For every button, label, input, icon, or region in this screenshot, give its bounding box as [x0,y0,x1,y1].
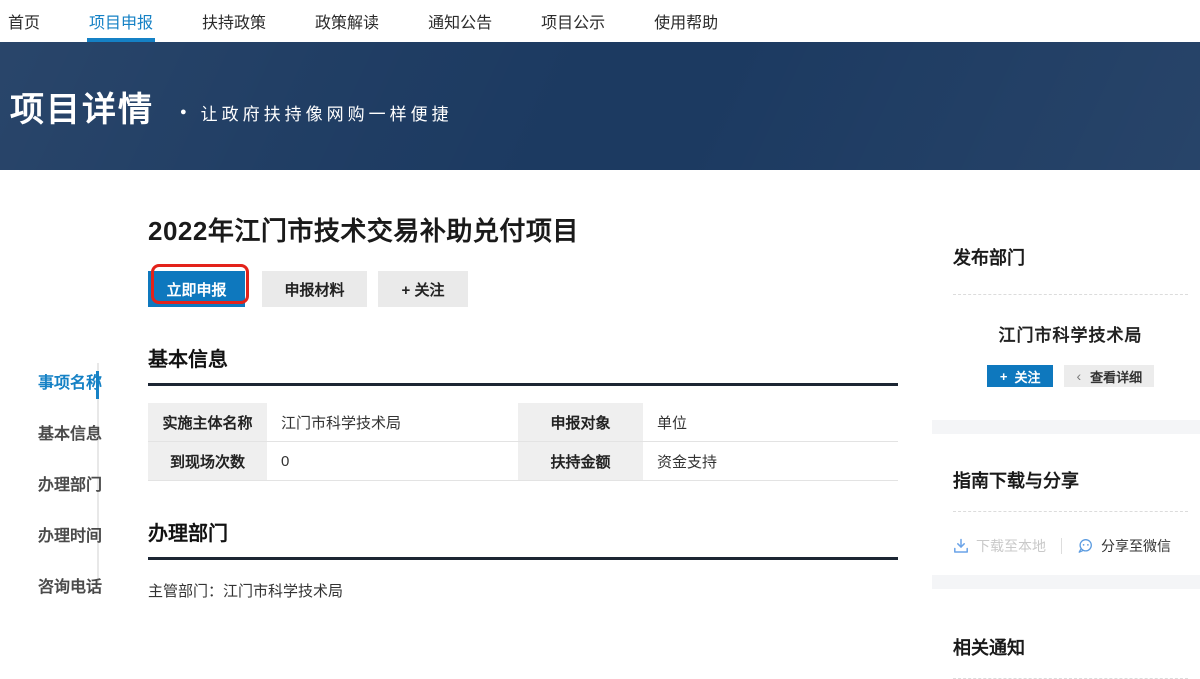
apply-button-wrap: 立即申报 [148,271,245,307]
page-banner: 项目详情 ● 让政府扶持像网购一样便捷 [0,42,1200,170]
table-label-cell: 实施主体名称 [148,403,267,442]
nav-item[interactable]: 项目公示 [541,0,605,42]
divider [953,511,1188,512]
banner-slogan: 让政府扶持像网购一样便捷 [201,100,453,125]
download-share-section: 指南下载与分享 下载至本地 分享至微信 [932,434,1200,575]
table-label-cell: 申报对象 [518,403,643,442]
nav-item[interactable]: 扶持政策 [202,0,266,42]
banner-title: 项目详情 [10,82,154,131]
nav-item[interactable]: 项目申报 [89,0,153,42]
content-area: 事项名称基本信息办理部门办理时间咨询电话 2022年江门市技术交易补助兑付项目 … [0,170,1200,584]
table-value-cell: 单位 [643,403,898,442]
table-label-cell: 扶持金额 [518,442,643,481]
publisher-heading: 发布部门 [953,244,1188,270]
wechat-share-icon [1077,538,1094,554]
left-anchor-nav: 事项名称基本信息办理部门办理时间咨询电话 [0,363,99,584]
anchor-nav-item[interactable]: 办理部门 [38,471,97,495]
chevron-left-icon: ‹ [1076,368,1081,384]
related-notices-heading: 相关通知 [953,634,1188,660]
nav-item[interactable]: 首页 [8,0,40,42]
basic-info-heading: 基本信息 [148,343,898,386]
anchor-nav-item[interactable]: 咨询电话 [38,573,97,597]
table-label-cell: 到现场次数 [148,442,267,481]
view-detail-button[interactable]: ‹ 查看详细 [1064,365,1154,387]
top-navigation: 首页 项目申报 扶持政策 政策解读 通知公告 项目公示 使用帮助 [0,0,1200,42]
action-buttons: 立即申报 申报材料 + 关注 [148,271,898,307]
nav-item[interactable]: 使用帮助 [654,0,718,42]
publisher-section: 发布部门 江门市科学技术局 + 关注 ‹ 查看详细 [932,170,1200,420]
application-materials-button[interactable]: 申报材料 [262,271,367,307]
anchor-nav-item[interactable]: 基本信息 [38,420,97,444]
download-share-row: 下载至本地 分享至微信 [953,536,1188,575]
active-section-indicator [96,371,99,399]
publisher-buttons: + 关注 ‹ 查看详细 [953,365,1188,420]
table-row: 到现场次数 0 扶持金额 资金支持 [148,442,898,481]
section-gap [932,420,1200,434]
apply-now-button[interactable]: 立即申报 [148,271,245,307]
anchor-nav-item[interactable]: 办理时间 [38,522,97,546]
follow-publisher-button[interactable]: + 关注 [987,365,1054,387]
plus-icon: + [1000,369,1008,384]
share-wechat-link[interactable]: 分享至微信 [1077,536,1171,556]
bullet-icon: ● [180,106,187,118]
nav-item[interactable]: 通知公告 [428,0,492,42]
follow-button[interactable]: + 关注 [378,271,468,307]
nav-item[interactable]: 政策解读 [315,0,379,42]
project-title: 2022年江门市技术交易补助兑付项目 [148,216,898,247]
banner-subtitle-group: ● 让政府扶持像网购一样便捷 [180,100,453,125]
related-notices-section: 相关通知 [932,589,1200,679]
divider [1061,538,1062,554]
table-row: 实施主体名称 江门市科学技术局 申报对象 单位 [148,403,898,442]
table-value-cell: 资金支持 [643,442,898,481]
anchor-nav-item[interactable]: 事项名称 [38,369,97,393]
section-gap [932,575,1200,589]
divider [953,294,1188,295]
main-column: 2022年江门市技术交易补助兑付项目 立即申报 申报材料 + 关注 基本信息 实… [148,170,898,616]
table-value-cell: 0 [267,442,518,481]
department-heading: 办理部门 [148,517,898,560]
download-icon [953,538,969,554]
supervising-department-line: 主管部门：江门市科学技术局 [148,580,898,601]
right-sidebar: 发布部门 江门市科学技术局 + 关注 ‹ 查看详细 指南下载与分享 [932,170,1200,679]
publisher-org-name: 江门市科学技术局 [953,321,1188,346]
download-share-heading: 指南下载与分享 [953,467,1188,493]
basic-info-table: 实施主体名称 江门市科学技术局 申报对象 单位 到现场次数 0 扶持金额 资金支… [148,403,898,482]
table-value-cell: 江门市科学技术局 [267,403,518,442]
download-local-link[interactable]: 下载至本地 [953,536,1046,556]
